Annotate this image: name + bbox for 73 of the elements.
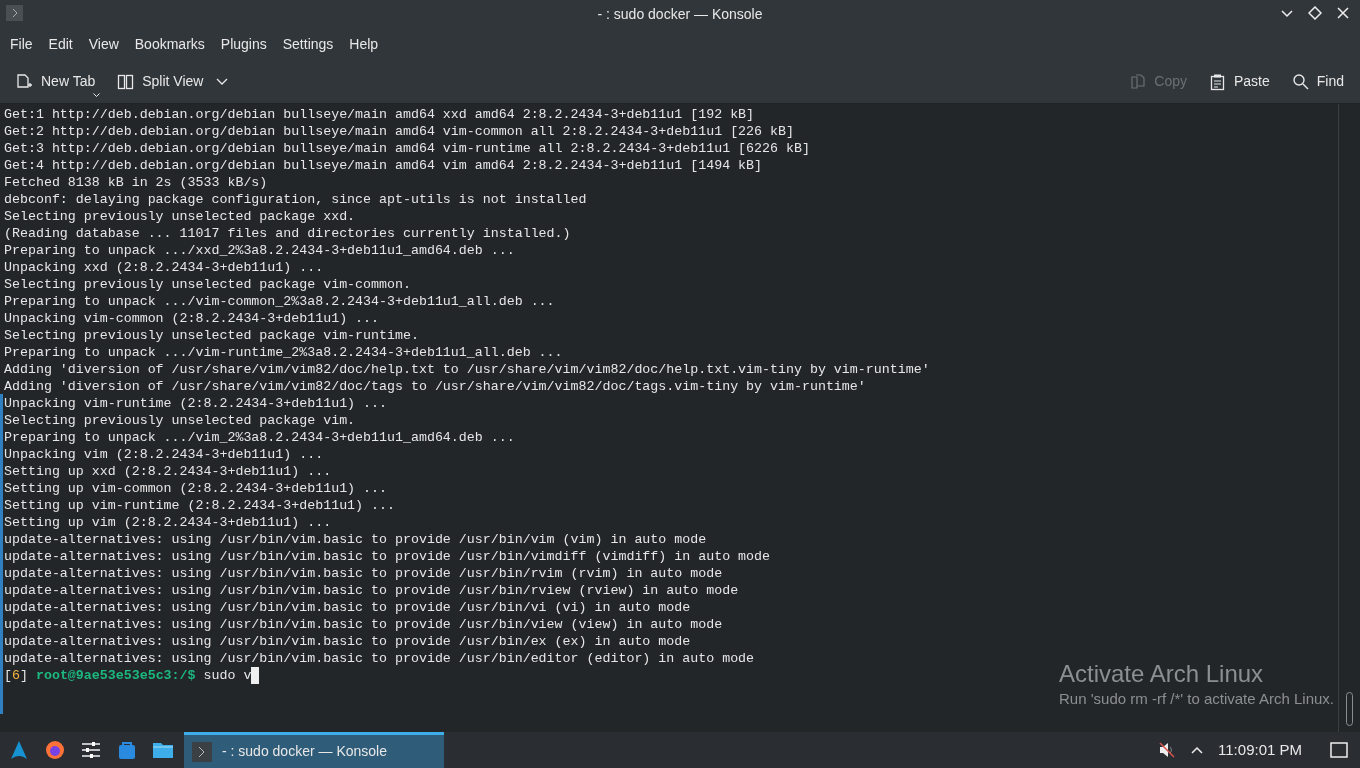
terminal-line: update-alternatives: using /usr/bin/vim.basic to provide /usr/bin/view (view) in auto mode xyxy=(4,616,724,633)
split-view-icon xyxy=(117,72,136,91)
terminal-line: Adding 'diversion of /usr/share/vim/vim82/doc/tags to /usr/share/vim/vim82/doc/tags.vim-tiny by vim-runtime' xyxy=(4,378,867,395)
terminal-line: Setting up vim (2:8.2.2434-3+deb11u1) ... xyxy=(4,514,333,531)
menu-item[interactable]: Plugins xyxy=(212,29,275,59)
terminal-line: update-alternatives: using /usr/bin/vim.basic to provide /usr/bin/vimdiff (vimdiff) in auto mode xyxy=(4,548,772,565)
prompt-user-host: root@9ae53e53e5c3:/$ xyxy=(35,667,196,684)
menu-item[interactable]: Bookmarks xyxy=(126,29,213,59)
search-icon xyxy=(1291,72,1310,91)
terminal-line: Selecting previously unselected package vim. xyxy=(4,412,357,429)
app-icon[interactable] xyxy=(6,5,23,21)
job-number: 6 xyxy=(12,667,20,684)
menu-item[interactable]: Edit xyxy=(40,29,81,59)
new-tab-button[interactable]: New Tab xyxy=(8,65,104,98)
prompt-bracket: [ xyxy=(4,667,12,684)
find-button[interactable]: Find xyxy=(1283,65,1352,98)
terminal-line: Preparing to unpack .../vim-common_2%3a8.2.2434-3+deb11u1_all.deb ... xyxy=(4,293,556,310)
terminal-line: update-alternatives: using /usr/bin/vim.basic to provide /usr/bin/rview (rview) in auto mode xyxy=(4,582,740,599)
shopping-bag-icon[interactable] xyxy=(116,739,138,761)
chevron-up-icon[interactable] xyxy=(1190,745,1205,755)
terminal-line: Get:1 http://deb.debian.org/debian bullseye/main amd64 xxd amd64 2:8.2.2434-3+deb11u1 [192 kB] xyxy=(4,106,756,123)
terminal-line: Setting up vim-common (2:8.2.2434-3+deb11u1) ... xyxy=(4,480,388,497)
caret-icon xyxy=(93,93,101,97)
terminal-line: Setting up xxd (2:8.2.2434-3+deb11u1) ... xyxy=(4,463,333,480)
new-tab-icon xyxy=(16,72,34,91)
command-input[interactable]: sudo v xyxy=(203,667,252,684)
terminal-line: Get:4 http://deb.debian.org/debian bullseye/main amd64 vim amd64 2:8.2.2434-3+deb11u1 [1494 kB] xyxy=(4,157,764,174)
activation-title: Activate Arch Linux xyxy=(1059,660,1265,688)
sliders-icon[interactable] xyxy=(80,739,102,761)
arch-logo-icon[interactable] xyxy=(8,739,30,761)
copy-icon xyxy=(1129,72,1148,91)
muted-speaker-icon[interactable] xyxy=(1158,741,1177,759)
terminal-line: Unpacking xxd (2:8.2.2434-3+deb11u1) ... xyxy=(4,259,325,276)
text-cursor xyxy=(251,667,260,684)
menu-item[interactable]: View xyxy=(80,29,127,59)
terminal-line: Preparing to unpack .../xxd_2%3a8.2.2434-3+deb11u1_amd64.deb ... xyxy=(4,242,516,259)
terminal-line: update-alternatives: using /usr/bin/vim.basic to provide /usr/bin/vim (vim) in auto mode xyxy=(4,531,708,548)
maximize-icon[interactable] xyxy=(1308,6,1322,20)
paste-button[interactable]: Paste xyxy=(1200,65,1278,98)
terminal-line: Fetched 8138 kB in 2s (3533 kB/s) xyxy=(4,174,269,191)
activation-message: Run 'sudo rm -rf /*' to activate Arch Linux. xyxy=(1059,689,1334,709)
terminal-line: Selecting previously unselected package xxd. xyxy=(4,208,357,225)
terminal-line: Get:2 http://deb.debian.org/debian bullseye/main amd64 vim-common all 2:8.2.2434-3+deb11u1 [226 kB] xyxy=(4,123,795,140)
terminal-line: Unpacking vim-runtime (2:8.2.2434-3+deb11u1) ... xyxy=(4,395,388,412)
terminal-line: update-alternatives: using /usr/bin/vim.basic to provide /usr/bin/editor (editor) in auto mode xyxy=(4,650,756,667)
terminal-line: Selecting previously unselected package vim-runtime. xyxy=(4,327,420,344)
menu-item[interactable]: File xyxy=(2,29,41,59)
chevron-down-icon xyxy=(216,77,229,86)
terminal-line: debconf: delaying package configuration, since apt-utils is not installed xyxy=(4,191,588,208)
terminal-line: (Reading database ... 11017 files and directories currently installed.) xyxy=(4,225,572,242)
menu-item[interactable]: Help xyxy=(341,29,387,59)
clock[interactable]: 11:09:01 PM xyxy=(1218,738,1302,762)
clipboard-icon xyxy=(1208,72,1227,91)
terminal-line: Unpacking vim-common (2:8.2.2434-3+deb11u1) ... xyxy=(4,310,381,327)
terminal-line: update-alternatives: using /usr/bin/vim.basic to provide /usr/bin/rvim (rvim) in auto mode xyxy=(4,565,724,582)
terminal-line: Unpacking vim (2:8.2.2434-3+deb11u1) ... xyxy=(4,446,325,463)
close-icon[interactable] xyxy=(1336,6,1350,20)
prompt-bracket: ] xyxy=(19,667,28,684)
terminal-line: Selecting previously unselected package vim-common. xyxy=(4,276,412,293)
terminal-line: Adding 'diversion of /usr/share/vim/vim82/doc/help.txt to /usr/share/vim/vim82/doc/help.txt.vim-tiny by vim-runtime' xyxy=(4,361,931,378)
terminal-line: Get:3 http://deb.debian.org/debian bullseye/main amd64 vim-runtime all 2:8.2.2434-3+deb11u1 [6226 kB] xyxy=(4,140,811,157)
terminal-line: update-alternatives: using /usr/bin/vim.basic to provide /usr/bin/ex (ex) in auto mode xyxy=(4,633,692,650)
window-title: - : sudo docker — Konsole xyxy=(597,4,763,24)
menu-item[interactable]: Settings xyxy=(274,29,342,59)
split-view-button[interactable]: Split View xyxy=(109,65,237,98)
terminal-icon xyxy=(192,741,212,762)
terminal-line: Preparing to unpack .../vim-runtime_2%3a8.2.2434-3+deb11u1_all.deb ... xyxy=(4,344,564,361)
terminal-line: update-alternatives: using /usr/bin/vim.basic to provide /usr/bin/vi (vi) in auto mode xyxy=(4,599,692,616)
terminal-line: Setting up vim-runtime (2:8.2.2434-3+deb11u1) ... xyxy=(4,497,396,514)
firefox-icon[interactable] xyxy=(44,739,66,761)
taskbar-task[interactable]: - : sudo docker — Konsole xyxy=(184,732,444,768)
show-desktop-icon[interactable] xyxy=(1330,742,1348,758)
terminal-line: Preparing to unpack .../vim_2%3a8.2.2434-3+deb11u1_amd64.deb ... xyxy=(4,429,516,446)
